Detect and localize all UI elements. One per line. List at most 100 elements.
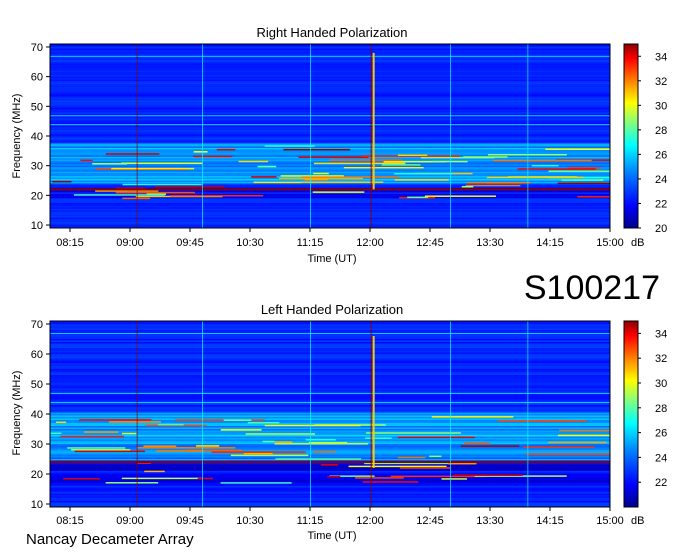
emission-streak [313,172,329,175]
emission-streak [441,478,467,480]
spectrum-row [50,63,610,65]
x-tick-label: 09:45 [176,515,204,527]
spectrum-row [50,97,610,99]
spectrum-row [50,213,610,215]
colorbar-unit-label: dB [631,237,644,249]
y-axis-label: Frequency (MHz) [11,371,23,456]
x-axis-label: Time (UT) [307,253,356,265]
interference-line [50,333,610,334]
left-polarization-panel: Left Handed Polarization 10203040506070 … [11,302,667,542]
emission-streak [397,154,428,157]
emission-streak [545,148,610,150]
spectrum-row [50,336,610,338]
emission-streak [247,421,280,424]
radio-burst [372,336,375,468]
spectrum-row [50,325,610,327]
spectrogram-plot [49,43,611,229]
emission-streak [143,445,177,447]
spectrum-row [50,202,610,205]
spectrum-row [50,61,610,64]
emission-streak [431,160,468,163]
emission-streak [193,155,233,158]
emission-streak [144,470,165,473]
spectrum-row [50,101,610,104]
spectrum-row [50,179,610,181]
colorbar-tick-label: 32 [655,76,667,88]
spectrum-row [50,45,610,47]
spectrum-row [50,414,610,416]
spectrum-row [50,390,610,392]
spectrum-row [50,405,610,407]
spectrum-row [50,217,610,220]
vertical-artifact [450,321,451,507]
spectrum-row [50,415,610,417]
spectrum-row [50,121,610,123]
figure: Right Handed Polarization 10 20 30 40 50 60 70… [11,25,667,548]
colorbar: 20 22 24 26 28 30 32 34 dB [623,43,667,249]
emission-streak [279,177,364,180]
y-tick-label: 50 [31,101,43,113]
colorbar-tick-label: 34 [655,51,667,63]
x-tick-label: 12:45 [416,237,444,249]
spectrum-row [50,469,610,471]
spectrum-row [50,110,610,113]
spectrum-row [50,90,610,92]
emission-streak [465,184,521,187]
interference-line [50,402,610,403]
y-tick-label: 20 [31,190,43,202]
spectrum-row [50,394,610,396]
y-axis-ticks: 10 20 30 40 50 60 70 [31,319,50,511]
spectrum-row [50,354,610,356]
emission-streak [83,431,119,433]
spectrum-row [50,140,610,142]
spectrum-row [50,72,610,74]
spectrum-row [50,144,610,147]
colorbar-tick-label: 22 [655,477,667,489]
spectrum-row [50,408,610,410]
spectrum-row [50,351,610,353]
spectrum-row [50,382,610,384]
spectrum-row [50,51,610,53]
vertical-artifact [527,321,529,507]
emission-streak [463,156,508,158]
x-tick-label: 14:15 [536,237,564,249]
colorbar-unit-label: dB [631,515,644,527]
spectrum-row [50,412,610,414]
spectrum-row [50,471,610,473]
spectrum-row [50,66,610,68]
spectrum-row [50,204,610,206]
emission-streak [453,474,523,476]
spectrum-row [50,363,610,365]
spectrum-row [50,88,610,90]
emission-streak [121,162,203,165]
emission-streak [531,164,559,167]
spectrum-row [50,69,610,71]
spectrum-row [50,210,610,212]
spectrum-row [50,208,610,211]
spectrum-row [50,46,610,49]
spectrum-row [50,64,610,67]
emission-streak [343,166,424,169]
spectrum-row [50,118,610,120]
spectrum-row [50,417,610,419]
emission-streak [283,148,351,151]
vertical-artifact [527,44,529,228]
emission-streak [460,445,520,447]
figure-id: S100217 [524,269,660,307]
spectrum-row [50,373,610,375]
spectrum-row [50,91,610,93]
spectrum-row [50,480,610,482]
emission-streak [429,455,442,458]
spectrum-row [50,87,610,89]
x-tick-label: 09:00 [116,237,144,249]
spectrum-row [50,448,610,450]
spectrum-row [50,220,610,223]
emission-streak [280,175,344,177]
spectrum-row [50,131,610,134]
spectrum-row [50,133,610,135]
emission-streak [121,477,204,480]
y-axis-ticks: 10 20 30 40 50 60 70 [31,42,50,232]
emission-streak [253,181,302,184]
spectrum-row [50,378,610,380]
spectrum-row [50,361,610,363]
